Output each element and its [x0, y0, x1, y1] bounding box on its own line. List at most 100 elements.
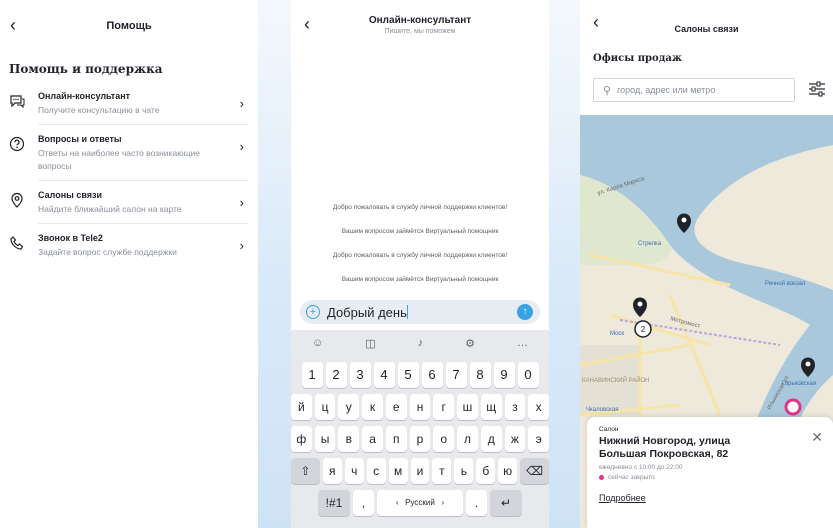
system-message: Вашим вопросом займётся Виртуальный помо… — [341, 276, 499, 283]
cluster-count: 2 — [641, 325, 646, 334]
details-link[interactable]: Подробнее — [599, 493, 821, 503]
text-caret — [406, 304, 408, 319]
chevron-right-icon: › — [239, 238, 244, 253]
background-gap-right — [549, 0, 580, 528]
key[interactable]: ц — [314, 394, 336, 420]
key[interactable]: о — [433, 426, 455, 452]
key[interactable]: 8 — [469, 362, 491, 388]
key[interactable]: ш — [457, 394, 478, 420]
key[interactable]: и — [410, 458, 430, 484]
salon-address: Нижний Новгород, улица Большая Покровска… — [599, 435, 731, 460]
back-icon[interactable]: ‹ — [10, 14, 28, 36]
key[interactable]: у — [338, 394, 360, 420]
salons-header: ‹ Салоны связи — [580, 0, 833, 44]
chat-header: ‹ Онлайн-консультант Пишите, мы поможем — [291, 0, 549, 52]
message-input[interactable]: Добрый день — [327, 304, 517, 320]
menu-item-online-consultant[interactable]: Онлайн-консультант Получите консультацию… — [0, 90, 258, 133]
back-icon[interactable]: ‹ — [304, 13, 310, 35]
key[interactable]: г — [433, 394, 455, 420]
search-field: ⚲ — [593, 78, 795, 102]
map-pin-selected[interactable] — [784, 398, 802, 416]
chat-icon — [10, 95, 25, 109]
microphone-icon[interactable]: ♪ — [418, 337, 424, 349]
settings-gear-icon[interactable]: ⚙ — [465, 337, 475, 350]
key[interactable]: 6 — [421, 362, 443, 388]
key[interactable]: т — [432, 458, 452, 484]
system-message: Добро пожаловать в службу личной поддерж… — [332, 204, 508, 211]
key[interactable]: к — [362, 394, 383, 420]
help-header: ‹ Помощь — [0, 0, 258, 52]
key[interactable]: 7 — [445, 362, 467, 388]
key[interactable]: р — [409, 426, 431, 452]
more-icon[interactable]: … — [517, 337, 528, 349]
search-input[interactable] — [617, 85, 778, 95]
key[interactable]: б — [476, 458, 496, 484]
key[interactable]: я — [322, 458, 342, 484]
key[interactable]: 3 — [349, 362, 371, 388]
enter-key[interactable]: ↵ — [490, 490, 522, 516]
key[interactable]: 1 — [301, 362, 323, 388]
chat-screen: ‹ Онлайн-консультант Пишите, мы поможем … — [291, 0, 549, 528]
key[interactable]: в — [338, 426, 360, 452]
space-key[interactable]: ‹ Русский › — [377, 490, 463, 516]
keyboard-row-numbers: 1234567890 — [291, 362, 549, 388]
message-input-value: Добрый день — [327, 304, 407, 320]
menu-item-salons[interactable]: Салоны связи Найдите ближайший салон на … — [0, 189, 258, 232]
key[interactable]: ж — [504, 426, 526, 452]
sticker-icon[interactable]: ◫ — [365, 337, 375, 350]
menu-item-call[interactable]: Звонок в Tele2 Задайте вопрос службе под… — [0, 232, 258, 274]
key[interactable]: е — [385, 394, 407, 420]
backspace-key[interactable]: ⌫ — [520, 458, 549, 484]
emoji-icon[interactable]: ☺ — [312, 337, 323, 349]
metro-station-label: Чкаловская — [586, 407, 618, 413]
back-icon[interactable]: ‹ — [593, 12, 599, 33]
map-cluster[interactable]: 2 — [634, 320, 652, 338]
key[interactable]: л — [457, 426, 478, 452]
section-heading: Офисы продаж — [593, 53, 682, 64]
keyboard: ☺ ◫ ♪ ⚙ … 1234567890 йцукенгшщзх фывапро… — [291, 330, 549, 528]
key[interactable]: щ — [480, 394, 502, 420]
key[interactable]: ю — [498, 458, 518, 484]
menu-item-faq[interactable]: Вопросы и ответы Ответы на наиболее част… — [0, 133, 258, 189]
menu-item-subtitle: Ответы на наиболее часто возникающие воп… — [38, 148, 201, 171]
lang-right-arrow: › — [441, 498, 445, 507]
phone-icon — [10, 236, 24, 250]
key[interactable]: 0 — [517, 362, 539, 388]
menu-item-subtitle: Получите консультацию в чате — [38, 105, 160, 115]
comma-key[interactable]: , — [353, 490, 374, 516]
key[interactable]: ч — [344, 458, 364, 484]
shift-key[interactable]: ⇧ — [291, 458, 320, 484]
symbols-key[interactable]: !#1 — [318, 490, 350, 516]
menu-item-subtitle: Задайте вопрос службе поддержки — [38, 247, 177, 257]
chat-title: Онлайн-консультант — [368, 15, 472, 26]
key[interactable]: з — [504, 394, 526, 420]
key[interactable]: н — [409, 394, 431, 420]
page-title: Помощь — [106, 20, 152, 32]
close-icon[interactable]: ✕ — [811, 429, 823, 446]
key[interactable]: п — [385, 426, 407, 452]
chevron-right-icon: › — [239, 139, 244, 154]
key[interactable]: м — [388, 458, 408, 484]
key[interactable]: э — [528, 426, 549, 452]
attach-plus-icon[interactable]: + — [306, 305, 320, 319]
filter-icon[interactable] — [808, 80, 826, 98]
period-key[interactable]: . — [466, 490, 487, 516]
key[interactable]: 2 — [325, 362, 347, 388]
key[interactable]: 9 — [493, 362, 515, 388]
key[interactable]: д — [480, 426, 502, 452]
key[interactable]: с — [366, 458, 386, 484]
key[interactable]: ф — [291, 426, 312, 452]
key[interactable]: 4 — [373, 362, 395, 388]
key[interactable]: х — [528, 394, 549, 420]
key[interactable]: а — [362, 426, 383, 452]
search-icon: ⚲ — [603, 84, 612, 97]
send-button[interactable]: ↑ — [517, 304, 533, 320]
chevron-right-icon: › — [239, 96, 244, 111]
location-pin-icon — [11, 192, 23, 208]
key[interactable]: 5 — [397, 362, 419, 388]
key[interactable]: ы — [314, 426, 336, 452]
key[interactable]: ь — [454, 458, 474, 484]
menu-item-title: Салоны связи — [38, 190, 103, 200]
salon-status: сейчас закрыто — [599, 474, 821, 481]
key[interactable]: й — [291, 394, 312, 420]
